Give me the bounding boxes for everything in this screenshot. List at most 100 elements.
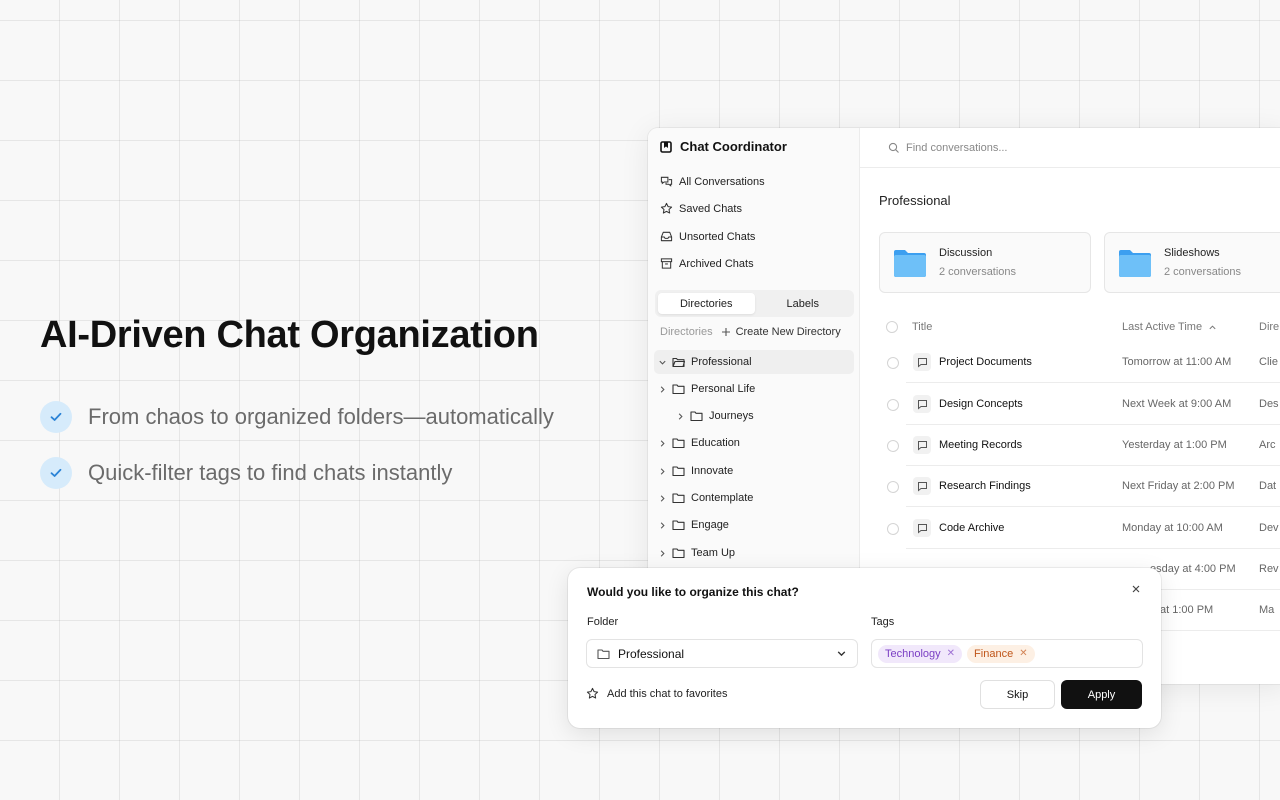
search-placeholder: Find conversations... bbox=[906, 141, 1008, 154]
chevron-down-icon[interactable] bbox=[654, 358, 670, 367]
tag-finance: Finance ✕ bbox=[967, 644, 1035, 663]
folder-select[interactable]: Professional bbox=[586, 639, 858, 668]
tree-item-engage[interactable]: Engage bbox=[654, 513, 854, 537]
chevron-up-icon bbox=[1209, 324, 1216, 329]
nav-label: Unsorted Chats bbox=[679, 230, 756, 243]
chevron-right-icon[interactable] bbox=[654, 521, 670, 530]
folder-blue-icon bbox=[1119, 249, 1151, 277]
row-checkbox[interactable] bbox=[887, 440, 899, 452]
tab-labels[interactable]: Labels bbox=[755, 293, 852, 314]
nav-unsorted-chats[interactable]: Unsorted Chats bbox=[660, 230, 755, 243]
row-checkbox[interactable] bbox=[887, 523, 899, 535]
row-directory: Ma bbox=[1259, 604, 1275, 616]
chevron-right-icon[interactable] bbox=[654, 494, 670, 503]
directories-label: Directories bbox=[660, 326, 713, 338]
tags-label: Tags bbox=[871, 616, 895, 628]
folder-card-name: Discussion bbox=[939, 247, 993, 259]
tags-input[interactable]: Technology ✕ Finance ✕ bbox=[871, 639, 1143, 668]
chevron-right-icon[interactable] bbox=[654, 439, 670, 448]
table-header-title[interactable]: Title bbox=[886, 321, 932, 333]
create-directory-label: Create New Directory bbox=[735, 326, 841, 338]
skip-button[interactable]: Skip bbox=[980, 680, 1055, 709]
folder-card-slideshows[interactable]: Slideshows 2 conversations bbox=[1104, 232, 1280, 293]
header-directory-label: Dire bbox=[1259, 321, 1280, 333]
folder-card-discussion[interactable]: Discussion 2 conversations bbox=[879, 232, 1091, 293]
organize-dialog: Would you like to organize this chat? Fo… bbox=[568, 568, 1161, 728]
row-checkbox[interactable] bbox=[887, 481, 899, 493]
chevron-right-icon[interactable] bbox=[672, 412, 688, 421]
chevron-right-icon[interactable] bbox=[654, 467, 670, 476]
tree-item-journeys[interactable]: Journeys bbox=[672, 404, 854, 428]
chat-bubble-icon bbox=[913, 353, 931, 371]
folder-open-icon bbox=[670, 356, 686, 368]
row-checkbox[interactable] bbox=[887, 399, 899, 411]
folder-card-count: 2 conversations bbox=[1164, 266, 1242, 278]
table-header-directory[interactable]: Dire bbox=[1259, 321, 1279, 333]
search-icon bbox=[888, 142, 899, 153]
tree-item-team-up[interactable]: Team Up bbox=[654, 541, 854, 565]
dialog-title: Would you like to organize this chat? bbox=[587, 585, 799, 599]
tree-item-personal-life[interactable]: Personal Life bbox=[654, 377, 854, 401]
create-directory-button[interactable]: Create New Directory bbox=[721, 326, 841, 338]
table-row[interactable]: Design Concepts Next Week at 9:00 AM Des bbox=[860, 384, 1280, 425]
tree-item-contemplate[interactable]: Contemplate bbox=[654, 486, 854, 510]
row-title: Research Findings bbox=[939, 480, 1031, 492]
chat-bubble-icon bbox=[913, 519, 931, 537]
row-directory: Des bbox=[1259, 398, 1279, 410]
nav-label: All Conversations bbox=[679, 175, 765, 188]
folder-label: Folder bbox=[587, 616, 619, 628]
tree-item-professional[interactable]: Professional bbox=[654, 350, 854, 374]
nav-label: Saved Chats bbox=[679, 202, 742, 215]
archive-icon bbox=[660, 258, 673, 269]
tag-technology: Technology ✕ bbox=[878, 644, 963, 663]
apply-button[interactable]: Apply bbox=[1061, 680, 1142, 709]
folder-card-count: 2 conversations bbox=[939, 266, 1017, 278]
inbox-icon bbox=[660, 231, 673, 242]
folder-icon bbox=[670, 492, 686, 504]
tag-label: Finance bbox=[974, 647, 1014, 660]
tab-directories[interactable]: Directories bbox=[658, 293, 755, 314]
tree-item-innovate[interactable]: Innovate bbox=[654, 459, 854, 483]
select-all-checkbox[interactable] bbox=[886, 321, 898, 333]
folder-icon bbox=[670, 437, 686, 449]
tree-item-label: Personal Life bbox=[691, 383, 756, 395]
app-brand[interactable]: Chat Coordinator bbox=[660, 139, 787, 154]
chat-bubble-icon bbox=[913, 395, 931, 413]
conversations-icon bbox=[660, 176, 673, 187]
nav-all-conversations[interactable]: All Conversations bbox=[660, 175, 765, 188]
star-icon bbox=[586, 687, 599, 699]
tag-remove-icon[interactable]: ✕ bbox=[1019, 648, 1027, 659]
tree-item-label: Education bbox=[691, 437, 740, 449]
chevron-right-icon[interactable] bbox=[654, 385, 670, 394]
book-icon bbox=[660, 140, 672, 153]
folder-icon bbox=[670, 519, 686, 531]
hero-title: AI-Driven Chat Organization bbox=[40, 314, 539, 356]
table-header-last-active[interactable]: Last Active Time bbox=[1122, 321, 1217, 333]
tree-item-label: Engage bbox=[691, 519, 729, 531]
row-directory: Rev bbox=[1259, 563, 1279, 575]
tag-label: Technology bbox=[885, 647, 941, 660]
star-icon bbox=[660, 202, 673, 214]
close-icon[interactable] bbox=[1129, 582, 1143, 596]
tag-remove-icon[interactable]: ✕ bbox=[947, 648, 955, 659]
search-bar[interactable]: Find conversations... bbox=[860, 128, 1280, 168]
row-checkbox[interactable] bbox=[887, 357, 899, 369]
chevron-right-icon[interactable] bbox=[654, 549, 670, 558]
nav-saved-chats[interactable]: Saved Chats bbox=[660, 202, 742, 215]
row-time: Yesterday at 1:00 PM bbox=[1122, 439, 1227, 451]
table-row[interactable]: Code Archive Monday at 10:00 AM Dev bbox=[860, 508, 1280, 549]
favorite-toggle[interactable]: Add this chat to favorites bbox=[586, 687, 727, 700]
table-row[interactable]: Meeting Records Yesterday at 1:00 PM Arc bbox=[860, 425, 1280, 466]
folder-icon bbox=[597, 648, 610, 659]
table-row[interactable]: Research Findings Next Friday at 2:00 PM… bbox=[860, 466, 1280, 507]
table-row[interactable]: Project Documents Tomorrow at 11:00 AM C… bbox=[860, 342, 1280, 383]
feature-item: Quick-filter tags to find chats instantl… bbox=[40, 457, 452, 489]
header-last-active-label: Last Active Time bbox=[1122, 321, 1203, 333]
tree-item-education[interactable]: Education bbox=[654, 431, 854, 455]
tree-item-label: Professional bbox=[691, 356, 752, 368]
nav-archived-chats[interactable]: Archived Chats bbox=[660, 257, 754, 270]
row-title: Project Documents bbox=[939, 356, 1032, 368]
check-icon bbox=[40, 401, 72, 433]
section-title: Professional bbox=[879, 193, 951, 208]
row-time: Monday at 10:00 AM bbox=[1122, 522, 1223, 534]
